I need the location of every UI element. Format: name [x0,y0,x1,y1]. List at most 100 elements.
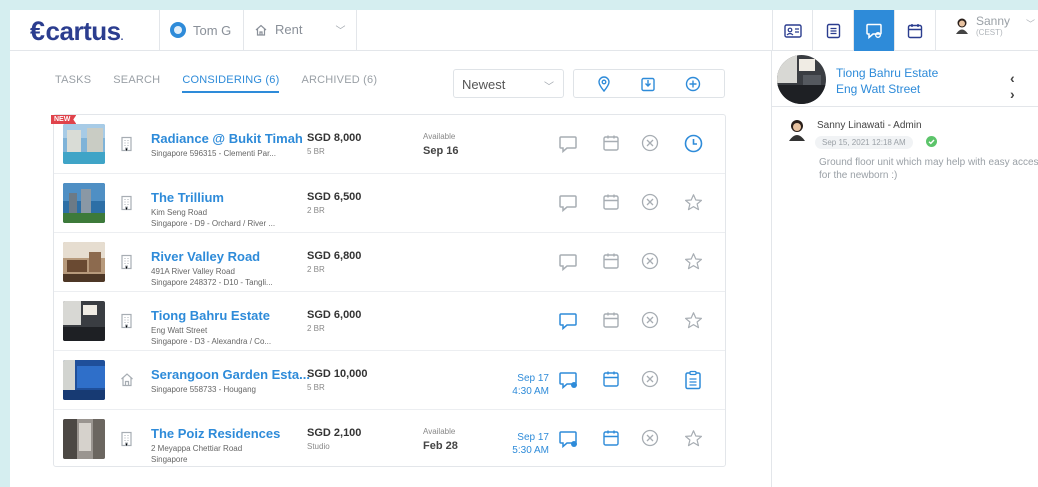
building-icon [120,195,133,216]
star-icon[interactable] [684,193,703,217]
dismiss-icon[interactable] [641,252,659,275]
comment-icon[interactable] [558,193,578,218]
dismiss-icon[interactable] [641,370,659,393]
sort-dropdown[interactable]: Newest ﹀ [453,69,564,98]
property-bedrooms: 2 BR [307,265,325,274]
property-bedrooms: 5 BR [307,383,325,392]
dismiss-icon[interactable] [641,193,659,216]
tab-archived[interactable]: ARCHIVED (6) [301,74,377,93]
property-thumbnail[interactable] [63,301,105,341]
property-address: Singapore 558733 - Hougang [151,385,256,394]
import-icon[interactable] [640,76,656,92]
calendar-icon[interactable] [602,193,620,216]
property-bedrooms: 2 BR [307,324,325,333]
property-name[interactable]: The Poiz Residences [151,426,280,441]
viewing-schedule[interactable]: Sep 17 4:30 AM [479,372,549,398]
calendar-icon[interactable] [602,252,620,275]
rent-filter-label: Rent [275,22,303,37]
tab-notes[interactable] [813,10,854,51]
add-circle-icon[interactable] [685,76,701,92]
property-row[interactable]: Serangoon Garden Esta... Singapore 558733… [54,351,725,410]
building-icon [120,254,133,275]
property-address: 2 Meyappa Chettiar Road Singapore [151,444,243,464]
new-badge: NEW [51,115,77,124]
clipboard-icon[interactable] [684,370,702,395]
dismiss-icon[interactable] [641,134,659,157]
property-thumbnail[interactable] [63,124,105,164]
property-address: Kim Seng Road Singapore - D9 - Orchard / … [151,208,276,228]
tab-search[interactable]: SEARCH [113,74,160,93]
user-selector-label: Tom G [193,22,232,38]
map-pin-icon[interactable] [597,75,611,92]
tab-considering[interactable]: CONSIDERING (6) [182,74,280,93]
star-icon[interactable] [684,252,703,276]
app-window: € cartus. Tom G Rent ﹀ Sanny (CEST) ﹀ TA… [10,10,1038,487]
tab-tasks[interactable]: TASKS [55,74,91,93]
rent-filter-dropdown[interactable]: Rent ﹀ [254,22,345,37]
house-icon [120,372,134,392]
property-address: Singapore 596315 - Clementi Par... [151,149,276,158]
comment-icon[interactable] [558,134,578,159]
calendar-icon[interactable] [602,134,620,157]
comment-author: Sanny Linawati - Admin [817,120,922,131]
calendar-icon[interactable] [602,370,620,393]
user-avatar-icon [170,22,186,38]
property-address: 491A River Valley Road Singapore 248372 -… [151,267,273,287]
panel-property-subtitle: Eng Watt Street [836,82,921,96]
availability-label: Available [423,427,456,436]
availability-label: Available [423,132,456,141]
user-selector[interactable]: Tom G [170,22,231,38]
property-bedrooms: 2 BR [307,206,325,215]
property-name[interactable]: River Valley Road [151,249,260,264]
property-name[interactable]: Radiance @ Bukit Timah [151,131,303,146]
verified-check-icon [926,136,937,147]
dismiss-icon[interactable] [641,311,659,334]
dismiss-icon[interactable] [641,429,659,452]
property-row[interactable]: NEW Radiance @ Bukit Timah Singapore 59631… [51,115,725,174]
panel-property-title: Tiong Bahru Estate [836,66,939,80]
account-timezone: (CEST) [976,28,1003,37]
top-header: € cartus. Tom G Rent ﹀ Sanny (CEST) ﹀ [10,10,1038,51]
panel-nav-arrows[interactable]: ‹ › [1010,70,1038,102]
availability-date: Feb 28 [423,440,458,452]
star-icon[interactable] [684,429,703,453]
home-icon [255,24,267,36]
property-name[interactable]: Tiong Bahru Estate [151,308,270,323]
tab-calendar[interactable] [895,10,936,51]
cartus-logo[interactable]: € cartus. [30,16,123,47]
property-bedrooms: Studio [307,442,330,451]
calendar-icon[interactable] [602,429,620,452]
property-row[interactable]: Tiong Bahru Estate Eng Watt Street Singapo… [54,292,725,351]
comment-icon[interactable] [558,370,578,395]
property-thumbnail[interactable] [63,242,105,282]
account-avatar [956,18,968,34]
clock-icon[interactable] [684,134,703,158]
building-icon [120,431,133,452]
property-name[interactable]: The Trillium [151,190,224,205]
calendar-icon[interactable] [602,311,620,334]
comment-icon[interactable] [558,311,578,336]
view-tabs: TASKS SEARCH CONSIDERING (6) ARCHIVED (6… [55,74,399,93]
star-icon[interactable] [684,311,703,335]
sort-value: Newest [462,77,506,92]
property-name[interactable]: Serangoon Garden Esta... [151,367,310,382]
property-thumbnail[interactable] [63,419,105,459]
property-row[interactable]: The Trillium Kim Seng Road Singapore - D9 … [54,174,725,233]
panel-icon-tabs [772,10,936,51]
property-row[interactable]: River Valley Road 491A River Valley Road S… [54,233,725,292]
id-card-icon [783,23,802,38]
comment-icon[interactable] [558,429,578,454]
comment-icon[interactable] [558,252,578,277]
commenter-avatar [789,120,805,141]
property-price: SGD 6,000 [307,309,362,321]
property-price: SGD 6,500 [307,191,362,203]
tab-contact-card[interactable] [772,10,813,51]
account-menu[interactable]: Sanny (CEST) ﹀ [954,15,1035,37]
tab-comments[interactable] [854,10,895,51]
property-thumbnail[interactable] [63,360,105,400]
property-price: SGD 2,100 [307,427,362,439]
viewing-schedule[interactable]: Sep 17 5:30 AM [479,431,549,457]
property-row[interactable]: The Poiz Residences 2 Meyappa Chettiar Ro… [54,410,725,469]
list-actions [573,69,725,98]
property-thumbnail[interactable] [63,183,105,223]
